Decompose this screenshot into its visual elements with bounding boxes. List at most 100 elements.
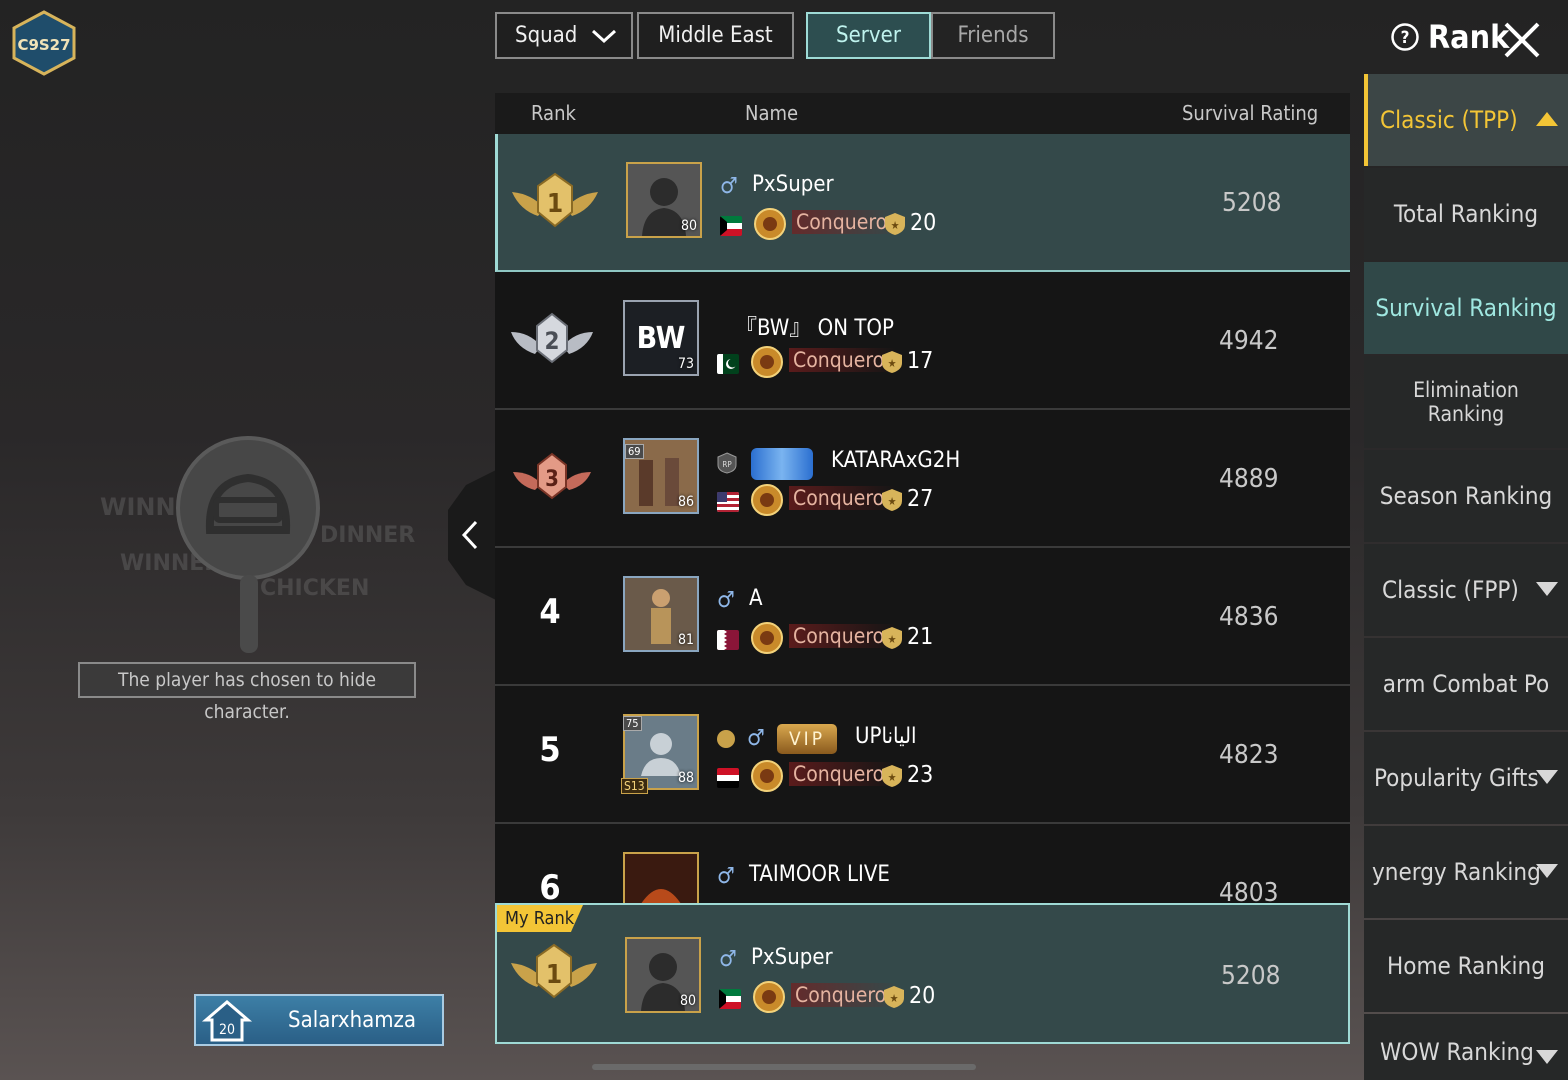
sidebar-item-label: Popularity Gifts bbox=[1374, 764, 1539, 792]
avatar-level: 80 bbox=[680, 218, 697, 234]
avatar[interactable]: 81 bbox=[623, 576, 699, 652]
sidebar-item-label: arm Combat Po bbox=[1382, 670, 1550, 698]
player-name: TAIMOOR LIVE bbox=[749, 862, 890, 887]
rank-number: 4 bbox=[539, 592, 561, 632]
tier-stars: 17 bbox=[907, 348, 934, 374]
player-name: PxSuper bbox=[752, 172, 834, 197]
kuwait-flag-icon bbox=[720, 216, 742, 236]
home-icon: 20 bbox=[196, 994, 258, 1046]
svg-text:RP: RP bbox=[722, 460, 732, 469]
gold-rank-emblem-icon: 1 bbox=[512, 172, 598, 228]
sidebar-item-label: Classic (TPP) bbox=[1380, 106, 1518, 134]
svg-text:BW: BW bbox=[637, 321, 686, 356]
usa-flag-icon bbox=[717, 492, 739, 512]
chevron-up-icon bbox=[1536, 112, 1558, 126]
svg-text:★: ★ bbox=[888, 771, 897, 784]
rank-number: 6 bbox=[539, 868, 561, 903]
table-row[interactable]: 1 80 ♂ PxSuper Conqueror ★ 20 5208 bbox=[495, 134, 1350, 272]
conqueror-tier-icon bbox=[753, 981, 785, 1013]
sidebar-item-classic-tpp[interactable]: Classic (TPP) bbox=[1364, 74, 1568, 166]
sidebar-item-popularity-gifts[interactable]: Popularity Gifts bbox=[1364, 732, 1568, 824]
ranking-sidebar: Classic (TPP) Total Ranking Survival Ran… bbox=[1364, 74, 1568, 1080]
sidebar-item-survival-ranking[interactable]: Survival Ranking bbox=[1364, 262, 1568, 354]
star-shield-icon: ★ bbox=[882, 489, 902, 511]
player-name: 『BW』 ON TOP bbox=[735, 316, 894, 341]
crew-button[interactable]: 20 Salarxhamza bbox=[194, 994, 444, 1046]
survival-rating: 4836 bbox=[1219, 602, 1279, 632]
vip-badge: VIP bbox=[777, 724, 837, 754]
tab-server[interactable]: Server bbox=[806, 12, 931, 59]
scrollbar[interactable] bbox=[592, 1064, 976, 1070]
avatar-badge-level: 75 bbox=[623, 716, 642, 731]
ranking-table: Rank Name Survival Rating 1 80 ♂ PxSuper… bbox=[495, 93, 1350, 903]
survival-rating: 5208 bbox=[1222, 188, 1282, 218]
iraq-flag-icon bbox=[717, 768, 739, 788]
star-shield-icon: ★ bbox=[882, 765, 902, 787]
sidebar-item-home-ranking[interactable]: Home Ranking bbox=[1364, 920, 1568, 1012]
table-row[interactable]: 5 88 75 S13 ♂ VIP UPاليانا Conqueror ★ 2… bbox=[495, 686, 1350, 824]
silver-rank-emblem-icon: 2 bbox=[511, 312, 593, 364]
svg-text:★: ★ bbox=[890, 992, 899, 1005]
svg-text:?: ? bbox=[1401, 28, 1410, 48]
avatar-level: 81 bbox=[677, 632, 694, 648]
avatar[interactable]: 80 bbox=[626, 162, 702, 238]
my-rank-row[interactable]: My Rank 1 80 ♂ PxSuper Conqueror ★ 20 52… bbox=[495, 903, 1350, 1044]
tier-stars: 20 bbox=[909, 983, 936, 1009]
tier-stars: 20 bbox=[910, 210, 937, 236]
survival-rating: 4803 bbox=[1219, 878, 1279, 903]
player-name: A bbox=[749, 586, 763, 611]
survival-rating: 4823 bbox=[1219, 740, 1279, 770]
table-row[interactable]: 3 86 69 RP KATARAxG2H Conqueror ★ 27 488… bbox=[495, 410, 1350, 548]
svg-text:1: 1 bbox=[547, 189, 563, 219]
sidebar-item-total-ranking[interactable]: Total Ranking bbox=[1364, 168, 1568, 260]
conqueror-tier-icon bbox=[751, 760, 783, 792]
help-icon[interactable]: ? bbox=[1390, 22, 1420, 52]
conqueror-tier-icon bbox=[754, 208, 786, 240]
close-icon[interactable] bbox=[1502, 20, 1542, 60]
conqueror-tier-icon bbox=[751, 622, 783, 654]
survival-rating: 4942 bbox=[1219, 326, 1279, 356]
male-icon: ♂ bbox=[717, 864, 735, 889]
male-icon: ♂ bbox=[719, 947, 737, 972]
avatar[interactable] bbox=[623, 852, 699, 903]
tier-stars: 21 bbox=[907, 624, 934, 650]
conqueror-tier-icon bbox=[751, 484, 783, 516]
column-name: Name bbox=[745, 101, 799, 125]
sidebar-item-combat-power[interactable]: arm Combat Po bbox=[1364, 638, 1568, 730]
sidebar-item-synergy-ranking[interactable]: ynergy Ranking bbox=[1364, 826, 1568, 918]
collapse-panel-button[interactable] bbox=[448, 470, 496, 600]
svg-text:2: 2 bbox=[544, 327, 559, 355]
avatar[interactable]: 80 bbox=[625, 937, 701, 1013]
male-icon: ♂ bbox=[717, 588, 735, 613]
kuwait-flag-icon bbox=[719, 989, 741, 1009]
table-row[interactable]: 2 BW 73 『BW』 ON TOP Conqueror ★ 17 4942 bbox=[495, 272, 1350, 410]
rank-number: 5 bbox=[539, 730, 561, 770]
mode-dropdown[interactable]: Squad bbox=[495, 12, 633, 59]
star-shield-icon: ★ bbox=[882, 351, 902, 373]
table-row[interactable]: 6 ♂ TAIMOOR LIVE 4803 bbox=[495, 824, 1350, 903]
avatar-level: 80 bbox=[679, 993, 696, 1009]
avatar[interactable]: BW 73 bbox=[623, 300, 699, 376]
region-button[interactable]: Middle East bbox=[637, 12, 794, 59]
svg-text:★: ★ bbox=[888, 495, 897, 508]
my-rank-tag: My Rank bbox=[497, 905, 583, 932]
pakistan-flag-icon bbox=[717, 354, 739, 374]
sidebar-item-label: Classic (FPP) bbox=[1382, 576, 1519, 604]
sidebar-item-wow-ranking[interactable]: WOW Ranking bbox=[1364, 1014, 1568, 1080]
rp-badge-icon: RP bbox=[717, 452, 737, 474]
tab-friends[interactable]: Friends bbox=[931, 12, 1055, 59]
chevron-down-icon bbox=[1536, 582, 1558, 596]
sidebar-item-elimination-ranking[interactable]: Elimination Ranking bbox=[1364, 356, 1568, 448]
table-row[interactable]: 4 81 ♂ A Conqueror ★ 21 4836 bbox=[495, 548, 1350, 686]
avatar-level: 88 bbox=[677, 770, 694, 786]
season-badge[interactable]: C9S27 bbox=[12, 10, 76, 76]
sidebar-item-season-ranking[interactable]: Season Ranking bbox=[1364, 450, 1568, 542]
star-shield-icon: ★ bbox=[882, 627, 902, 649]
avatar-badge-level: 69 bbox=[625, 444, 644, 459]
qatar-flag-icon bbox=[717, 630, 739, 650]
tier-label: Conqueror bbox=[789, 348, 896, 372]
sidebar-item-label: ynergy Ranking bbox=[1372, 858, 1541, 886]
sidebar-item-classic-fpp[interactable]: Classic (FPP) bbox=[1364, 544, 1568, 636]
gold-rank-emblem-icon: 1 bbox=[511, 943, 597, 999]
page-title: Rank bbox=[1428, 18, 1510, 56]
